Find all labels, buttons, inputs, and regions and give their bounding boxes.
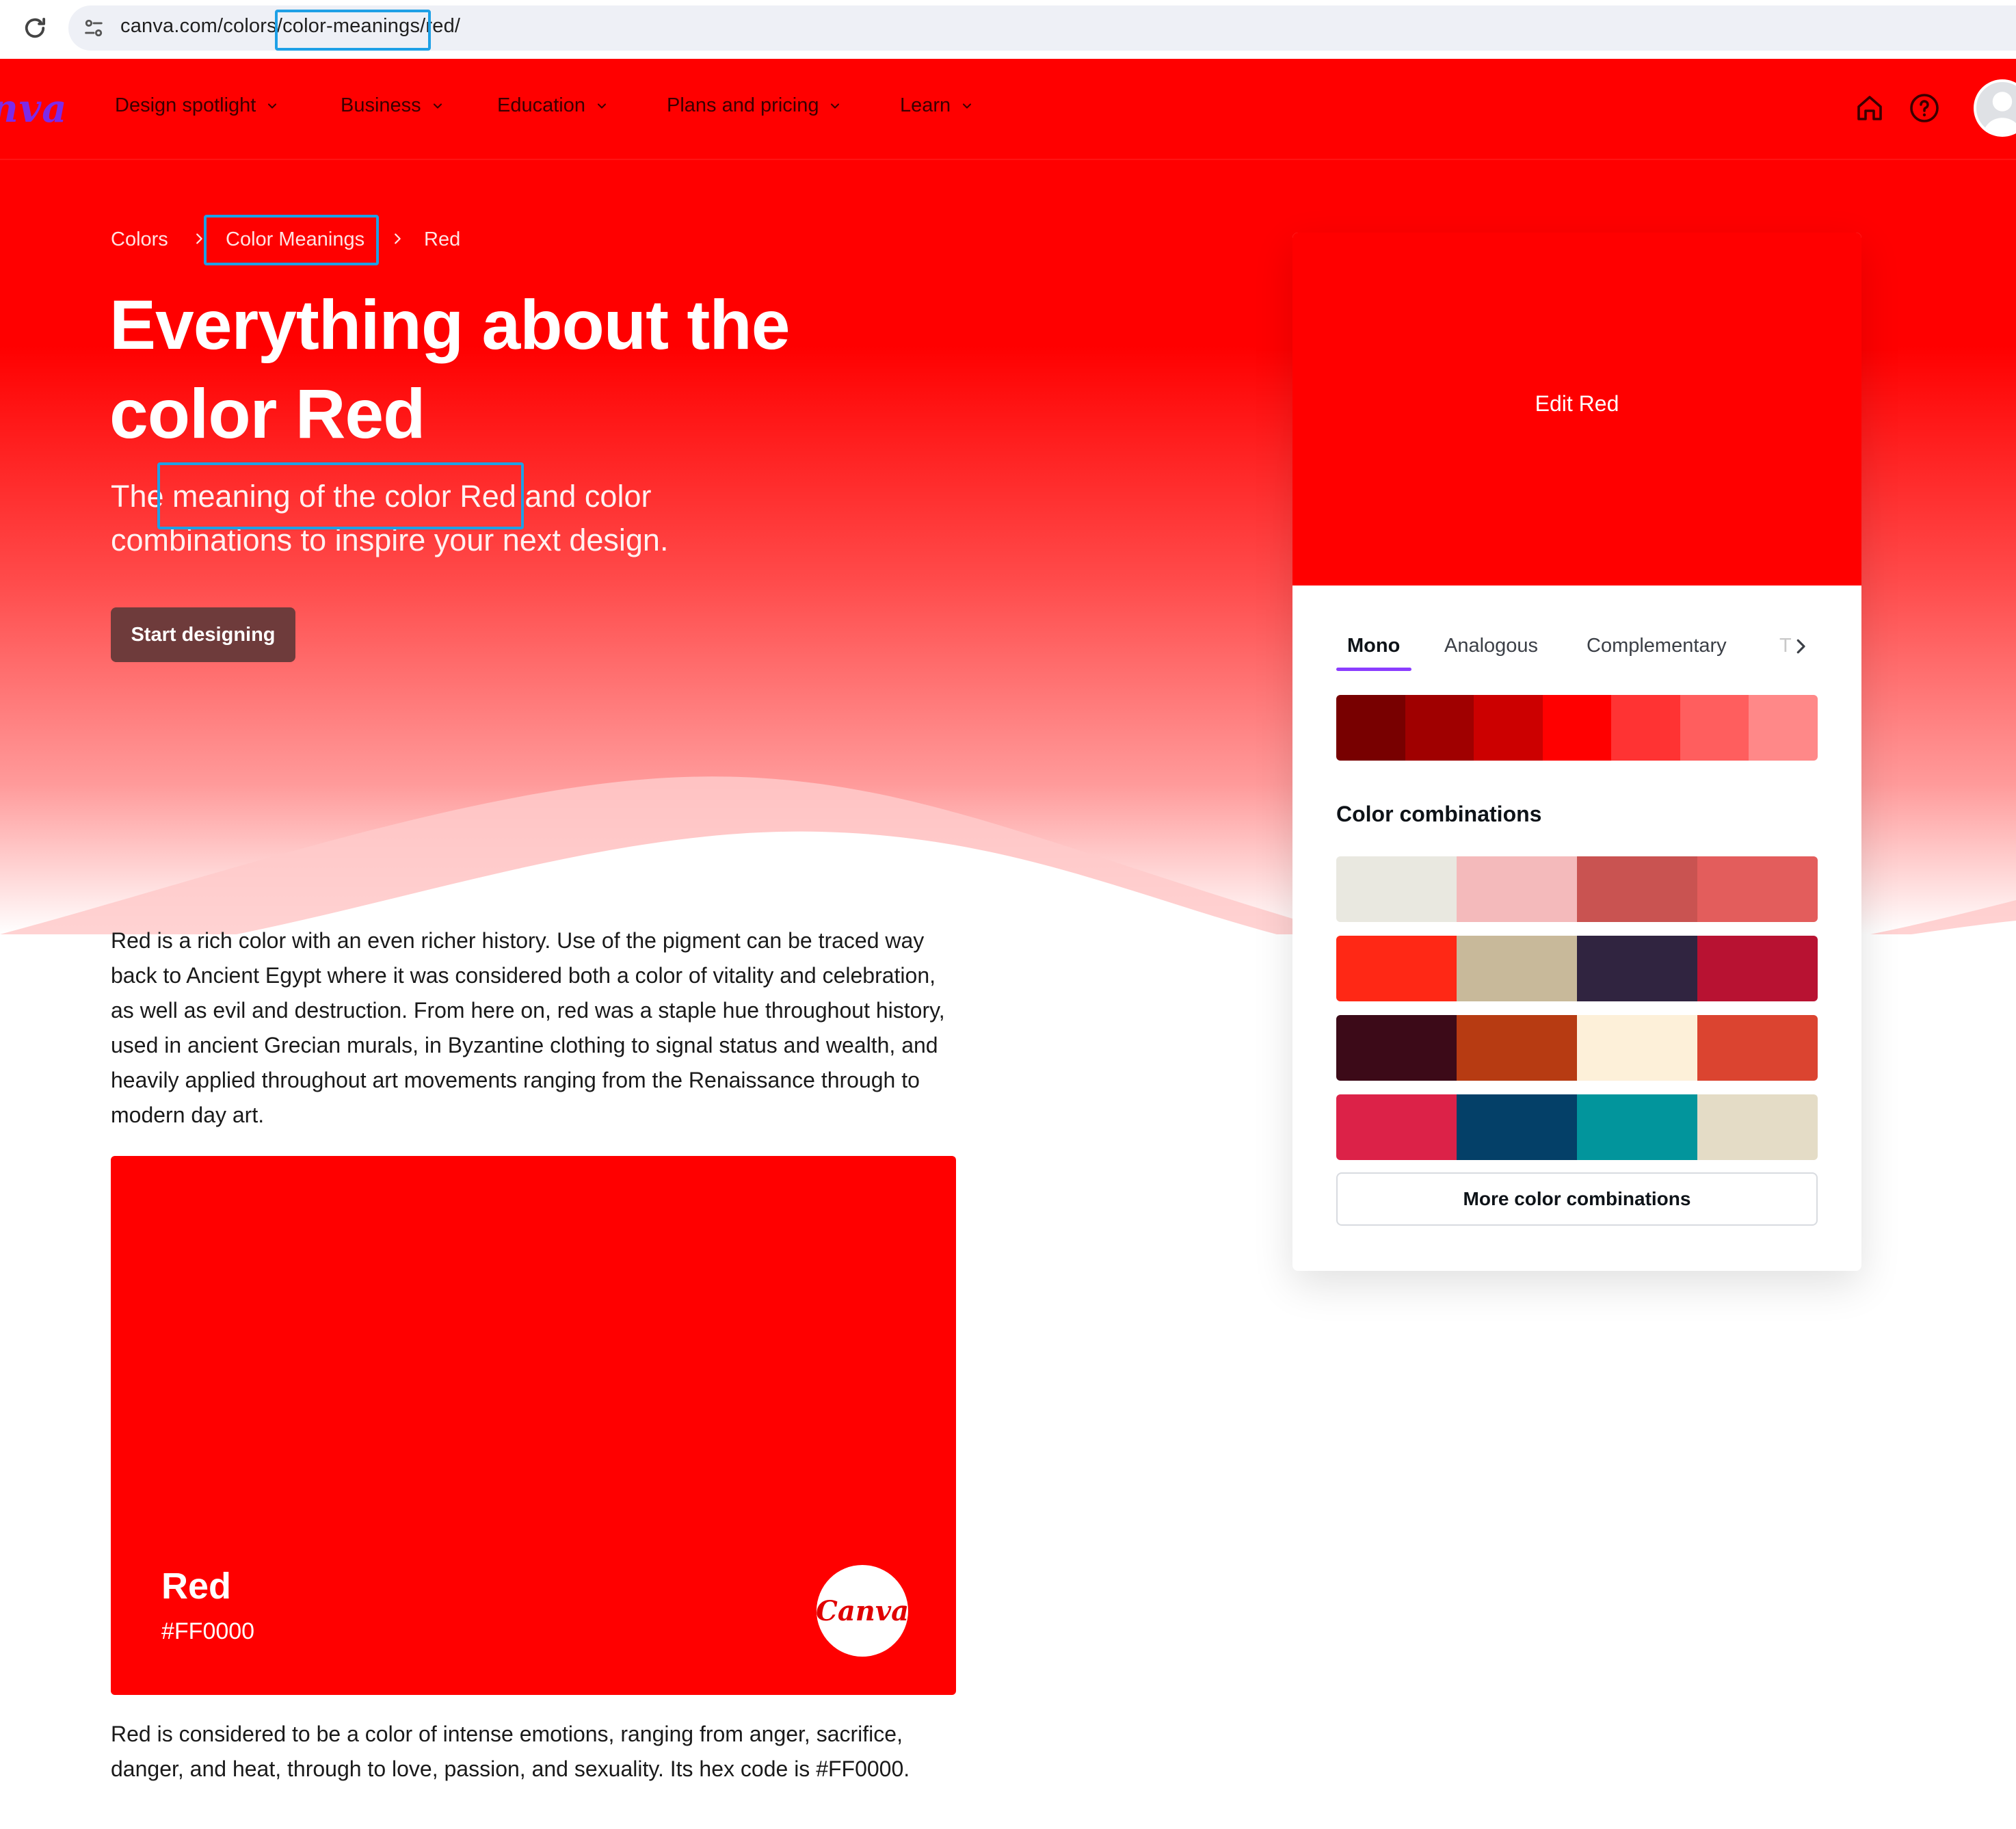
color-swatch[interactable]: [1749, 695, 1818, 761]
second-paragraph: Red is considered to be a color of inten…: [111, 1722, 910, 1781]
page-title: Everything about the color Red: [109, 286, 790, 453]
home-icon[interactable]: [1853, 92, 1886, 124]
canva-badge: Canva: [816, 1565, 909, 1657]
nav-learn[interactable]: Learn: [900, 94, 974, 117]
color-swatch[interactable]: [1680, 695, 1749, 761]
active-tab-indicator: [1336, 668, 1411, 671]
color-swatch[interactable]: [1697, 856, 1818, 922]
color-swatch[interactable]: [1577, 1015, 1697, 1081]
nav-label: Plans and pricing: [667, 94, 819, 116]
color-swatch[interactable]: [1577, 1094, 1697, 1160]
nav-label: Education: [497, 94, 585, 116]
color-swatch[interactable]: [1336, 936, 1457, 1001]
color-swatch[interactable]: [1577, 856, 1697, 922]
color-swatch[interactable]: [1697, 1094, 1818, 1160]
color-swatch[interactable]: [1611, 695, 1680, 761]
color-swatch[interactable]: [1697, 1015, 1818, 1081]
browser-bar: canva.com/colors/color-meanings/red/: [0, 0, 2016, 59]
nav-plans-and-pricing[interactable]: Plans and pricing: [667, 94, 842, 117]
nav-education[interactable]: Education: [497, 94, 609, 117]
color-swatch[interactable]: [1457, 1015, 1577, 1081]
color-swatch[interactable]: [1457, 936, 1577, 1001]
color-swatch[interactable]: [1457, 856, 1577, 922]
chevron-right-icon: [395, 233, 401, 244]
color-swatch[interactable]: [1405, 695, 1474, 761]
combinations-heading: Color combinations: [1336, 802, 1542, 826]
top-nav: nva Design spotlight Business Education …: [0, 59, 2016, 160]
breadcrumb-red: Red: [424, 228, 461, 250]
color-swatch[interactable]: [1542, 695, 1612, 761]
color-swatch[interactable]: [1336, 1094, 1457, 1160]
url-annotation-box: [275, 10, 431, 51]
color-swatch[interactable]: [1457, 1094, 1577, 1160]
chevron-right-icon[interactable]: [1790, 635, 1811, 658]
color-card-name: Red: [161, 1566, 232, 1607]
color-swatch[interactable]: [1697, 936, 1818, 1001]
color-combination-row[interactable]: [1336, 1015, 1818, 1081]
reload-icon[interactable]: [21, 14, 49, 42]
nav-label: Business: [341, 94, 421, 116]
subtitle-annotation-box: [157, 462, 524, 529]
chevron-down-icon: [268, 103, 277, 109]
color-panel: Edit Red Mono Analogous Complementary T …: [1292, 233, 1861, 1271]
mono-palette[interactable]: [1336, 695, 1818, 761]
user-icon: [1982, 92, 2016, 134]
nav-label: Design spotlight: [115, 94, 256, 116]
color-swatch[interactable]: [1474, 695, 1543, 761]
color-preview[interactable]: Edit Red: [1292, 233, 1861, 585]
canva-logo[interactable]: nva: [0, 86, 68, 131]
color-card-hex: #FF0000: [161, 1618, 255, 1644]
color-card: Red #FF0000 Canva: [111, 1156, 956, 1695]
site-info-icon[interactable]: [82, 16, 105, 40]
start-designing-button[interactable]: Start designing: [111, 607, 295, 662]
intro-paragraph: Red is a rich color with an even richer …: [111, 928, 945, 1127]
chevron-down-icon: [831, 103, 840, 109]
nav-design-spotlight[interactable]: Design spotlight: [115, 94, 279, 117]
chevron-down-icon: [597, 103, 607, 109]
color-swatch[interactable]: [1336, 1015, 1457, 1081]
more-color-combinations-button[interactable]: More color combinations: [1336, 1172, 1818, 1226]
tab-mono[interactable]: Mono: [1347, 635, 1400, 657]
color-combination-row[interactable]: [1336, 856, 1818, 922]
breadcrumb-colors[interactable]: Colors: [111, 228, 168, 251]
nav-label: Learn: [900, 94, 951, 116]
chevron-down-icon: [433, 103, 442, 109]
color-combination-row[interactable]: [1336, 936, 1818, 1001]
chevron-down-icon: [963, 103, 972, 109]
avatar[interactable]: [1974, 79, 2016, 137]
tab-complementary[interactable]: Complementary: [1587, 635, 1727, 657]
color-combination-row[interactable]: [1336, 1094, 1818, 1160]
color-swatch[interactable]: [1577, 936, 1697, 1001]
breadcrumb-annotation-box: [204, 215, 379, 265]
help-icon[interactable]: [1908, 92, 1941, 124]
edit-color-label[interactable]: Edit Red: [1292, 391, 1861, 417]
tab-analogous[interactable]: Analogous: [1444, 635, 1538, 657]
color-swatch[interactable]: [1336, 856, 1457, 922]
color-swatch[interactable]: [1336, 695, 1405, 761]
nav-business[interactable]: Business: [341, 94, 445, 117]
